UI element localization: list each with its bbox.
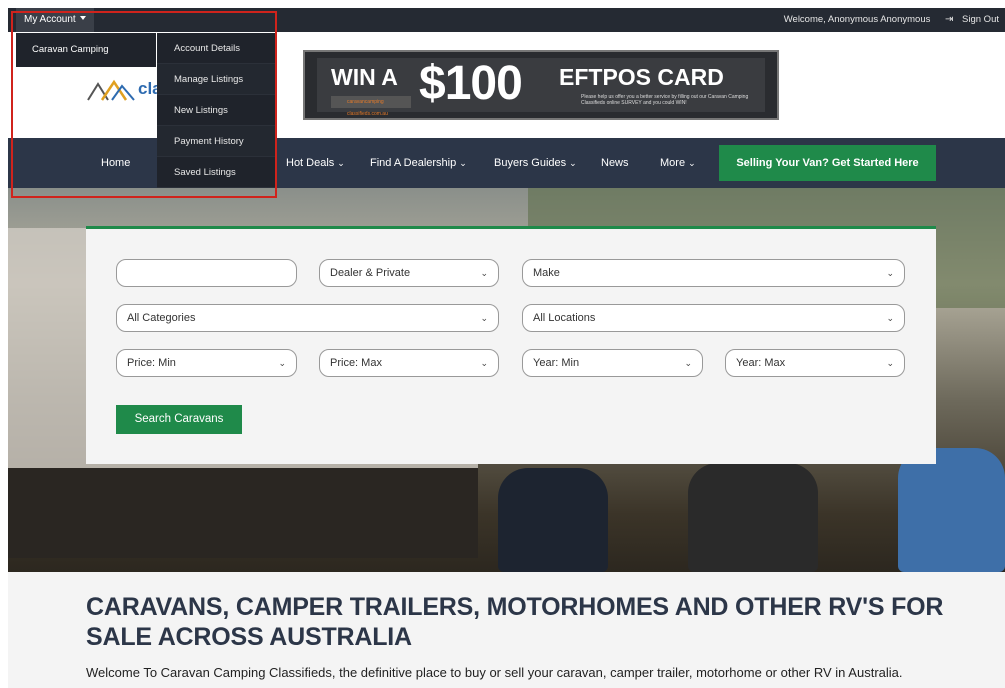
menu-item-saved-listings[interactable]: Saved Listings: [157, 157, 275, 188]
hero-caravan-base: [8, 468, 478, 558]
search-caravans-button[interactable]: Search Caravans: [116, 405, 242, 434]
menu-item-account-details[interactable]: Account Details: [157, 33, 275, 64]
banner-amount: $100: [419, 57, 523, 110]
nav-buyers-guides[interactable]: Buyers Guides ⌄: [494, 138, 577, 188]
banner-win-text: WIN A: [331, 64, 398, 90]
nav-more-label: More: [660, 157, 686, 169]
dropdown-site-item[interactable]: Caravan Camping Classifieds: [16, 33, 156, 89]
price-min-value: Price: Min: [127, 357, 176, 369]
location-value: All Locations: [533, 312, 596, 324]
menu-item-manage-listings[interactable]: Manage Listings: [157, 64, 275, 95]
year-min-select[interactable]: Year: Min ⌄: [522, 349, 703, 377]
account-dropdown: Account Details Manage Listings New List…: [157, 33, 275, 188]
nav-find-dealership[interactable]: Find A Dealership ⌄: [370, 138, 467, 188]
chevron-down-icon: ⌄: [886, 358, 894, 368]
chevron-down-icon: ⌄: [480, 358, 488, 368]
keyword-input[interactable]: [116, 259, 297, 287]
chevron-down-icon: ⌄: [480, 313, 488, 323]
sign-out-icon: ⇥: [945, 14, 954, 25]
nav-home[interactable]: Home: [101, 138, 130, 188]
nav-news[interactable]: News: [601, 138, 629, 188]
sign-out-link[interactable]: ⇥ Sign Out: [939, 14, 999, 25]
chevron-down-icon: ⌄: [688, 158, 696, 168]
sign-out-label: Sign Out: [962, 14, 999, 25]
price-max-value: Price: Max: [330, 357, 382, 369]
nav-more[interactable]: More ⌄: [660, 138, 696, 188]
my-account-label: My Account: [24, 14, 76, 25]
welcome-text: Welcome, Anonymous Anonymous: [783, 14, 931, 25]
caret-down-icon: [79, 16, 86, 20]
hero-person: [688, 463, 818, 572]
menu-item-payment-history[interactable]: Payment History: [157, 126, 275, 157]
sell-van-cta-button[interactable]: Selling Your Van? Get Started Here: [719, 145, 936, 181]
price-max-select[interactable]: Price: Max ⌄: [319, 349, 499, 377]
location-select[interactable]: All Locations ⌄: [522, 304, 905, 332]
chevron-down-icon: ⌄: [886, 313, 894, 323]
site-logo[interactable]: cla: [86, 78, 162, 102]
chevron-down-icon: ⌄: [459, 158, 467, 168]
hero-person: [498, 468, 608, 572]
seller-type-select[interactable]: Dealer & Private ⌄: [319, 259, 499, 287]
seller-type-value: Dealer & Private: [330, 267, 411, 279]
banner-inner: WIN A $100 EFTPOS CARD Please help us of…: [317, 57, 765, 117]
category-value: All Categories: [127, 312, 196, 324]
banner-small-text: Please help us offer you a better servic…: [581, 94, 749, 106]
banner-brand: caravancamping classifieds.com.au: [331, 96, 411, 117]
hero-person: [898, 448, 1005, 572]
category-select[interactable]: All Categories ⌄: [116, 304, 499, 332]
chevron-down-icon: ⌄: [480, 268, 488, 278]
logo-mark-icon: [87, 79, 135, 101]
make-value: Make: [533, 267, 560, 279]
top-bar: My Account Welcome, Anonymous Anonymous …: [8, 8, 1005, 32]
user-area: Welcome, Anonymous Anonymous ⇥ Sign Out: [778, 8, 999, 32]
page-heading: CARAVANS, CAMPER TRAILERS, MOTORHOMES AN…: [86, 593, 944, 651]
my-account-menu[interactable]: My Account: [16, 8, 94, 32]
banner-card-text: EFTPOS CARD: [559, 64, 724, 90]
chevron-down-icon: ⌄: [569, 158, 577, 168]
chevron-down-icon: ⌄: [278, 358, 286, 368]
intro-text: Welcome To Caravan Camping Classifieds, …: [86, 665, 903, 680]
chevron-down-icon: ⌄: [684, 358, 692, 368]
year-min-value: Year: Min: [533, 357, 580, 369]
make-select[interactable]: Make ⌄: [522, 259, 905, 287]
chevron-down-icon: ⌄: [337, 158, 345, 168]
year-max-select[interactable]: Year: Max ⌄: [725, 349, 905, 377]
chevron-down-icon: ⌄: [886, 268, 894, 278]
nav-hot-deals[interactable]: Hot Deals ⌄: [286, 138, 345, 188]
price-min-select[interactable]: Price: Min ⌄: [116, 349, 297, 377]
page-root: My Account Welcome, Anonymous Anonymous …: [0, 0, 1005, 688]
nav-find-dealership-label: Find A Dealership: [370, 157, 457, 169]
promo-banner[interactable]: WIN A $100 EFTPOS CARD Please help us of…: [303, 50, 779, 120]
menu-item-new-listings[interactable]: New Listings: [157, 95, 275, 126]
year-max-value: Year: Max: [736, 357, 786, 369]
nav-buyers-guides-label: Buyers Guides: [494, 157, 567, 169]
nav-hot-deals-label: Hot Deals: [286, 157, 335, 169]
